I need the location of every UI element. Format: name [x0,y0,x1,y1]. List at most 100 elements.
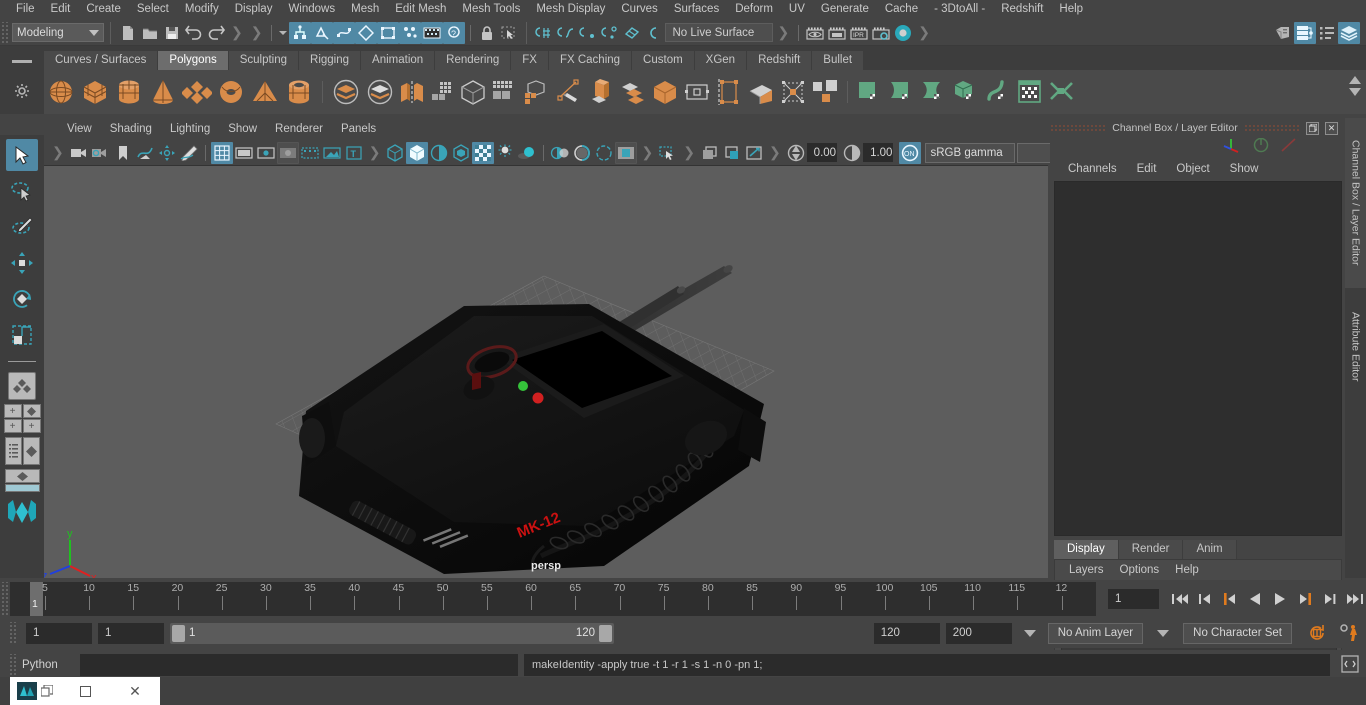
xray-text-icon[interactable]: T [343,142,365,164]
shelf-tab-custom[interactable]: Custom [632,50,695,70]
menu-item-uv[interactable]: UV [781,2,813,18]
render-current-frame-icon[interactable] [804,22,826,44]
select-by-hierarchy-icon[interactable] [289,21,312,44]
outliner-persp-layout[interactable] [4,437,40,465]
channel-menu-show[interactable]: Show [1220,161,1269,177]
snap-to-point-icon[interactable] [577,22,599,44]
shelf-collapse-handle[interactable] [12,60,32,63]
shelf-tab-fx-caching[interactable]: FX Caching [548,50,633,70]
mirror-geometry-icon[interactable] [809,75,841,109]
uv-unfold-icon[interactable] [982,75,1014,109]
snap-to-projected-center-icon[interactable] [599,22,621,44]
poly-cone-icon[interactable] [146,75,180,109]
merge-vertices-icon[interactable] [649,75,681,109]
render-settings-icon[interactable] [870,22,892,44]
menu-item-windows[interactable]: Windows [280,2,343,18]
shelf-tab-fx[interactable]: FX [511,50,549,70]
current-frame-field[interactable]: 1 [1108,589,1159,609]
snap-to-view-plane-icon[interactable] [621,22,643,44]
uv-spherical-map-icon[interactable] [918,75,950,109]
textured-icon[interactable] [450,142,472,164]
single-perspective-view-layout[interactable] [8,372,36,400]
persp-graph-layout[interactable] [4,469,40,492]
rotate-tool[interactable] [6,283,38,315]
step-back-keyframe-icon[interactable] [1194,588,1216,610]
menu-item-surfaces[interactable]: Surfaces [666,2,727,18]
uv-automatic-map-icon[interactable] [950,75,982,109]
four-view-layout[interactable]: + + + [3,404,41,433]
command-language-label[interactable]: Python [22,659,74,671]
shadows-icon[interactable] [494,142,516,164]
bridge-icon[interactable] [681,75,713,109]
time-ruler[interactable]: 1 5 10 15 20 25 30 35 40 45 50 55 60 65 70 75 80 85 90 95 1… [10,582,1096,616]
uv-cylindrical-map-icon[interactable] [886,75,918,109]
film-gate-icon[interactable] [233,142,255,164]
xray-active-components-icon[interactable] [721,142,743,164]
use-all-lights-icon[interactable] [472,141,495,164]
character-set-chevron-icon[interactable] [1157,629,1170,637]
animation-end-field[interactable]: 200 [945,622,1012,644]
range-end-field[interactable]: 120 [873,622,940,644]
deformer-mask-icon[interactable] [399,21,422,44]
xray-icon[interactable] [657,142,679,164]
poly-pyramid-icon[interactable] [248,75,282,109]
multisample-icon[interactable] [571,142,593,164]
time-slider-grip[interactable] [0,582,8,616]
uv-planar-map-icon[interactable] [854,75,886,109]
menu-item-select[interactable]: Select [129,2,177,18]
smooth-mesh-icon[interactable] [457,75,489,109]
animation-start-field[interactable]: 1 [26,622,92,644]
close-window-icon[interactable]: ✕ [110,683,160,700]
boolean-union-icon[interactable] [329,75,363,109]
menu-item-cache[interactable]: Cache [877,2,926,18]
command-input[interactable] [80,654,518,676]
exposure-field[interactable]: 0.00 [806,143,838,162]
step-forward-keyframe-icon[interactable] [1319,588,1341,610]
menu-set-selector[interactable]: Modeling [12,23,104,42]
go-to-start-icon[interactable] [1169,588,1191,610]
poly-pipe-icon[interactable] [282,75,316,109]
reduce-mesh-icon[interactable] [489,75,521,109]
render-region-icon[interactable] [826,22,848,44]
poly-crease-icon[interactable] [777,75,809,109]
shelf-tab-xgen[interactable]: XGen [694,50,748,70]
image-plane-icon[interactable] [134,142,156,164]
shade-with-wireframe-icon[interactable] [428,142,450,164]
bookmark-icon[interactable] [112,142,134,164]
2d-pan-zoom-icon[interactable] [156,142,178,164]
menu-item-mesh-display[interactable]: Mesh Display [528,2,613,18]
save-scene-icon[interactable] [161,22,183,44]
uv-editor-icon[interactable] [1014,75,1046,109]
multi-cut-tool-icon[interactable] [553,75,585,109]
node-editor-icon[interactable] [1294,21,1316,44]
poly-cube-icon[interactable] [78,75,112,109]
lasso-select-tool[interactable] [6,175,38,207]
layer-menu-help[interactable]: Help [1167,562,1207,578]
dynamic-mask-icon[interactable] [421,21,444,44]
exposure-icon[interactable] [785,142,807,164]
redo-icon[interactable] [205,22,227,44]
shelf-tab-polygons[interactable]: Polygons [158,50,229,70]
menu-item-curves[interactable]: Curves [613,2,665,18]
boolean-difference-icon[interactable] [363,75,397,109]
undo-icon[interactable] [183,22,205,44]
chevron-down-small-icon[interactable] [277,22,289,44]
isolate-select-icon[interactable] [615,141,638,164]
highlight-selection-icon[interactable] [498,22,520,44]
xray-joints-icon[interactable] [699,142,721,164]
maximize-window-icon[interactable] [60,685,110,697]
gamma-icon[interactable] [841,142,863,164]
auto-keyframe-toggle-icon[interactable] [1306,622,1328,644]
poly-remesh-icon[interactable] [521,75,553,109]
scale-manipulator-icon[interactable] [1280,137,1298,158]
anim-layer-selector[interactable]: No Anim Layer [1047,622,1144,644]
viewport-snapshot-icon[interactable] [743,142,765,164]
animation-preferences-icon[interactable] [1338,622,1360,644]
anim-layer-chevron-icon[interactable] [1023,629,1036,637]
range-bar-grip[interactable] [8,622,16,644]
shelf-tab-rigging[interactable]: Rigging [299,50,362,70]
polygon-mask-icon[interactable] [355,21,378,44]
grease-pencil-icon[interactable] [178,142,200,164]
channel-menu-object[interactable]: Object [1166,161,1219,177]
make-live-icon[interactable] [643,22,665,44]
